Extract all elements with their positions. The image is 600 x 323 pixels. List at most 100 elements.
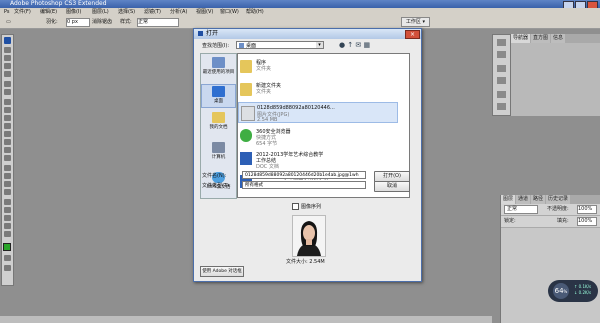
app-title: Adobe Photoshop CS3 Extended <box>10 0 107 7</box>
magic-wand-tool-icon[interactable] <box>4 71 11 77</box>
slice-tool-icon[interactable] <box>4 89 11 95</box>
folder-icon <box>240 83 252 96</box>
menu-view[interactable]: 视图(V) <box>196 8 213 16</box>
clone-source-panel-icon[interactable] <box>497 91 506 98</box>
image-sequence-checkbox[interactable]: 图像序列 <box>292 203 321 210</box>
layer-comps-panel-icon[interactable] <box>497 103 506 110</box>
place-desktop-label: 桌面 <box>214 99 223 104</box>
shape-tool-icon[interactable] <box>4 189 11 195</box>
menu-bar: Ps 文件(F) 编辑(E) 图像(I) 图层(L) 选择(S) 滤镜(T) 分… <box>0 8 600 16</box>
tab-info[interactable]: 信息 <box>551 34 566 43</box>
crop-tool-icon[interactable] <box>4 81 11 87</box>
place-recent-label: 最近使用的项目 <box>202 70 235 75</box>
look-in-value: 桌面 <box>246 43 257 49</box>
file-type: 文件夹 <box>256 89 272 95</box>
menu-layer[interactable]: 图层(L) <box>92 8 109 16</box>
chevron-down-icon[interactable]: ▾ <box>316 42 323 48</box>
list-item-selected[interactable]: 0128d859d88092a80120446... 图片文件(JPG) 2.5… <box>238 102 398 123</box>
gradient-tool-icon[interactable] <box>4 139 11 145</box>
blend-mode-select[interactable]: 正常 <box>504 205 538 214</box>
network-speed-widget[interactable]: 64% ↑ 0.1K/s ↓ 0.2K/s <box>548 280 598 302</box>
hand-tool-icon[interactable] <box>4 223 11 229</box>
file-type: 文件夹 <box>256 66 272 72</box>
antialias-checkbox-label[interactable]: 消除锯齿 <box>92 18 112 26</box>
history-panel-icon[interactable] <box>497 39 506 46</box>
filetype-select[interactable]: 所有格式 <box>242 181 366 189</box>
zoom-tool-icon[interactable] <box>4 231 11 237</box>
list-item[interactable]: 2012-2013学年艺术综合教学 工作总结 DOC 文档 <box>238 149 398 170</box>
list-item[interactable]: 360安全浏览器 快捷方式 654 字节 <box>238 126 398 147</box>
feather-label: 羽化: <box>46 19 58 25</box>
fill-label: 填充: <box>557 218 569 224</box>
menu-file[interactable]: 文件(F) <box>14 8 31 16</box>
place-documents-label: 我的文档 <box>209 125 228 130</box>
notes-tool-icon[interactable] <box>4 207 11 213</box>
clone-stamp-tool-icon[interactable] <box>4 115 11 121</box>
dialog-nav-icons[interactable]: ● ↑ ✉ ▦ <box>339 41 409 50</box>
path-selection-tool-icon[interactable] <box>4 181 11 187</box>
opacity-input[interactable]: 100% <box>577 205 597 214</box>
opacity-label: 不透明度: <box>547 206 569 212</box>
eyedropper-tool-icon[interactable] <box>4 215 11 221</box>
tab-history[interactable]: 历史记录 <box>546 195 571 204</box>
documents-folder-icon <box>212 112 225 123</box>
look-in-select[interactable]: 桌面 ▾ <box>236 41 324 49</box>
ps-logo-menu[interactable]: Ps <box>4 8 10 16</box>
cancel-button[interactable]: 取消 <box>374 181 410 192</box>
list-item[interactable]: 程序 文件夹 <box>238 57 398 77</box>
look-in-label: 查找范围(I): <box>202 43 230 49</box>
move-tool-icon[interactable] <box>4 47 11 53</box>
tab-layers[interactable]: 图层 <box>501 195 516 204</box>
place-desktop[interactable]: 桌面 <box>201 84 236 108</box>
tool-presets-panel-icon[interactable] <box>497 65 506 72</box>
layers-panel-group: 图层 通道 路径 历史记录 正常 不透明度: 100% 锁定: 填充: 100% <box>500 195 600 323</box>
brushes-panel-icon[interactable] <box>497 77 506 84</box>
style-select[interactable]: 正常 <box>137 18 179 27</box>
tab-histogram[interactable]: 直方图 <box>531 34 551 43</box>
screen-mode-icon[interactable] <box>4 265 11 271</box>
tab-navigator[interactable]: 导航器 <box>511 34 531 43</box>
menu-select[interactable]: 选择(S) <box>118 8 135 16</box>
place-documents[interactable]: 我的文档 <box>201 112 236 130</box>
checkbox-box[interactable] <box>292 203 299 210</box>
lock-row: 锁定: 填充: 100% <box>501 216 600 228</box>
feather-input[interactable]: 0 px <box>66 18 90 27</box>
foreground-color-swatch[interactable] <box>3 243 11 251</box>
pen-tool-icon[interactable] <box>4 165 11 171</box>
blur-tool-icon[interactable] <box>4 147 11 153</box>
dialog-close-button[interactable]: × <box>405 30 420 39</box>
actions-panel-icon[interactable] <box>497 51 506 58</box>
3d-rotate-tool-icon[interactable] <box>4 199 11 205</box>
place-recent[interactable]: 最近使用的项目 <box>201 57 236 75</box>
menu-window[interactable]: 窗口(W) <box>220 8 239 16</box>
marquee-tool-icon[interactable]: ▭ <box>6 18 11 26</box>
menu-analysis[interactable]: 分析(A) <box>170 8 187 16</box>
type-tool-icon[interactable] <box>4 173 11 179</box>
menu-help[interactable]: 帮助(H) <box>246 8 264 16</box>
collapsed-panel-strip <box>492 34 511 116</box>
lasso-tool-icon[interactable] <box>4 63 11 69</box>
history-brush-tool-icon[interactable] <box>4 123 11 129</box>
dialog-title-bar[interactable]: 打开 × <box>194 29 421 39</box>
place-computer[interactable]: 计算机 <box>201 142 236 160</box>
menu-edit[interactable]: 编辑(E) <box>40 8 57 16</box>
use-adobe-dialog-button[interactable]: 使用 Adobe 对话框 <box>200 266 244 277</box>
recent-items-icon <box>212 57 225 68</box>
marquee-tool-icon[interactable] <box>4 55 11 61</box>
upload-speed: 0.1K/s <box>578 284 592 289</box>
dialog-title: 打开 <box>206 30 219 37</box>
filename-input[interactable]: 0128d859d88092a80120446d20b1e4ab.jpg@1wh <box>242 171 366 179</box>
list-item[interactable]: 新建文件夹 文件夹 <box>238 80 398 100</box>
brush-tool-icon[interactable] <box>4 107 11 113</box>
menu-image[interactable]: 图像(I) <box>66 8 81 16</box>
fill-input[interactable]: 100% <box>577 217 597 226</box>
tab-paths[interactable]: 路径 <box>531 195 546 204</box>
eraser-tool-icon[interactable] <box>4 131 11 137</box>
folder-icon <box>240 60 252 73</box>
menu-filter[interactable]: 滤镜(T) <box>144 8 161 16</box>
workspace-button[interactable]: 工作区 ▾ <box>400 17 430 27</box>
healing-brush-tool-icon[interactable] <box>4 99 11 105</box>
dodge-tool-icon[interactable] <box>4 155 11 161</box>
tab-channels[interactable]: 通道 <box>516 195 531 204</box>
quick-mask-icon[interactable] <box>4 255 11 261</box>
